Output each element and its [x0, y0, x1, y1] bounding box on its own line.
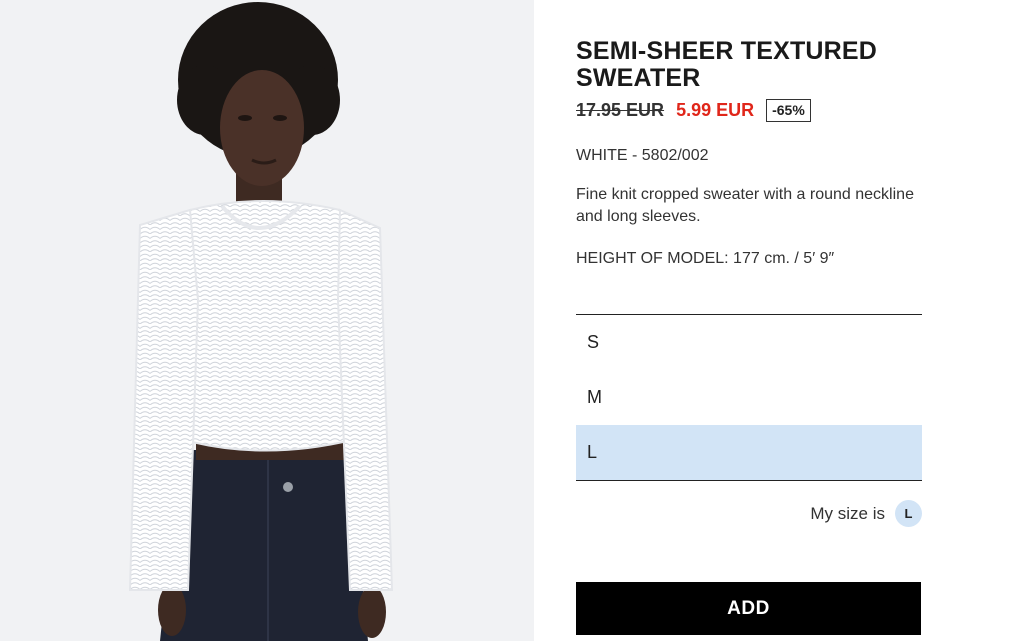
model-height: HEIGHT OF MODEL: 177 cm. / 5′ 9″	[576, 250, 835, 267]
size-option-s[interactable]: S	[576, 315, 922, 370]
product-info-panel: SEMI-SHEER TEXTURED SWEATER 17.95 EUR 5.…	[576, 0, 922, 641]
product-title: SEMI-SHEER TEXTURED SWEATER	[576, 37, 878, 92]
color-reference: WHITE - 5802/002	[576, 147, 709, 164]
add-to-cart-button[interactable]: ADD	[576, 582, 921, 635]
my-size-label: My size is	[810, 503, 885, 523]
price-row: 17.95 EUR 5.99 EUR -65%	[576, 97, 811, 123]
size-option-m[interactable]: M	[576, 370, 922, 425]
discount-badge: -65%	[766, 98, 811, 122]
sale-price: 5.99 EUR	[676, 99, 755, 120]
my-size-indicator[interactable]: My size is L	[810, 500, 922, 527]
product-description: Fine knit cropped sweater with a round n…	[576, 186, 914, 225]
size-selector: S M L	[576, 314, 922, 481]
my-size-badge: L	[895, 500, 922, 527]
product-photo	[0, 0, 534, 641]
model-illustration	[0, 0, 534, 641]
original-price: 17.95 EUR	[576, 99, 665, 120]
size-option-l[interactable]: L	[576, 425, 922, 480]
